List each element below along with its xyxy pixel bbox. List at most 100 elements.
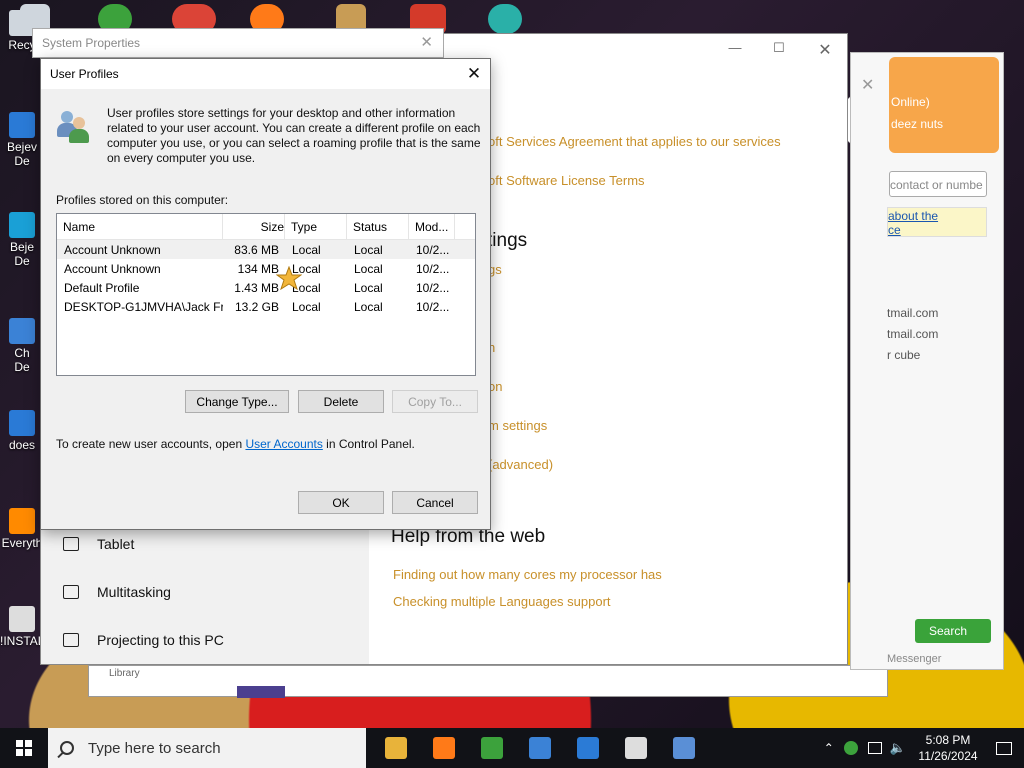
profiles-list[interactable]: Name Size Type Status Mod... Account Unk… bbox=[56, 213, 476, 376]
shortcut-icon bbox=[9, 212, 35, 238]
chevron-up-icon[interactable]: ⌃ bbox=[824, 741, 834, 755]
network-icon[interactable] bbox=[867, 742, 882, 754]
contact-item[interactable]: r cube bbox=[887, 348, 920, 362]
column-type[interactable]: Type bbox=[285, 214, 347, 239]
search-placeholder: Type here to search bbox=[88, 739, 221, 757]
desktop-icon[interactable]: does bbox=[0, 410, 44, 452]
photos-icon bbox=[577, 737, 599, 759]
related-link-5[interactable]: (advanced) bbox=[488, 457, 553, 472]
taskbar: Type here to search ⌃ 🔈 5:08 PM 11/26/20… bbox=[0, 728, 1024, 768]
system-properties-window: System Properties ✕ bbox=[32, 28, 444, 58]
contact-item[interactable]: tmail.com bbox=[887, 327, 938, 341]
cell-type: Local bbox=[292, 299, 321, 314]
clock[interactable]: 5:08 PM 11/26/2024 bbox=[912, 732, 984, 764]
desktop-icon[interactable]: Bejev De bbox=[0, 112, 44, 168]
shortcut-icon bbox=[9, 410, 35, 436]
column-status[interactable]: Status bbox=[347, 214, 409, 239]
license-terms-link[interactable]: oft Software License Terms bbox=[488, 173, 645, 188]
create-accounts-text: To create new user accounts, open User A… bbox=[56, 437, 415, 451]
tablet-icon bbox=[63, 537, 79, 551]
start-button[interactable] bbox=[0, 728, 48, 768]
cell-name: Account Unknown bbox=[64, 242, 161, 257]
settings-icon bbox=[625, 737, 647, 759]
taskbar-app-messenger-buddies[interactable] bbox=[468, 728, 516, 768]
help-link-cores[interactable]: Finding out how many cores my processor … bbox=[393, 567, 662, 582]
cancel-button[interactable]: Cancel bbox=[392, 491, 478, 514]
system-tray: ⌃ 🔈 5:08 PM 11/26/2024 bbox=[824, 728, 1024, 768]
related-link-4[interactable]: m settings bbox=[488, 418, 547, 433]
copy-to-button[interactable]: Copy To... bbox=[392, 390, 478, 413]
cell-status: Local bbox=[354, 261, 383, 276]
delete-button[interactable]: Delete bbox=[298, 390, 384, 413]
multitasking-icon bbox=[63, 585, 79, 599]
shortcut-icon bbox=[9, 508, 35, 534]
messenger-news-link[interactable]: about the bbox=[888, 209, 938, 223]
help-link-languages[interactable]: Checking multiple Languages support bbox=[393, 594, 611, 609]
column-size[interactable]: Size bbox=[223, 214, 285, 239]
desktop-icon[interactable]: !INSTALL bbox=[0, 606, 51, 648]
maximize-button[interactable]: ☐ bbox=[769, 40, 789, 56]
messenger-close-icon[interactable]: ✕ bbox=[861, 75, 874, 95]
services-agreement-link[interactable]: oft Services Agreement that applies to o… bbox=[488, 134, 781, 149]
nav-label: Tablet bbox=[97, 536, 135, 552]
messenger-news-link-2[interactable]: ce bbox=[888, 223, 901, 237]
taskbar-app-photos[interactable] bbox=[564, 728, 612, 768]
library-label: Library bbox=[109, 668, 140, 679]
taskbar-app-store[interactable] bbox=[516, 728, 564, 768]
cell-size: 83.6 MB bbox=[234, 242, 279, 257]
cell-modified: 10/2... bbox=[416, 242, 450, 257]
column-name[interactable]: Name bbox=[57, 214, 223, 239]
nav-item-tablet[interactable]: Tablet bbox=[63, 536, 134, 552]
contact-item[interactable]: tmail.com bbox=[887, 306, 938, 320]
cell-size: 13.2 GB bbox=[234, 299, 279, 314]
cell-name: Default Profile bbox=[64, 280, 140, 295]
table-row[interactable]: Account Unknown 134 MB Local Local 10/2.… bbox=[57, 259, 475, 278]
time: 5:08 PM bbox=[925, 733, 971, 747]
taskbar-search-input[interactable]: Type here to search bbox=[48, 728, 366, 768]
close-icon[interactable]: ✕ bbox=[420, 33, 433, 51]
cell-name: DESKTOP-G1JMVHA\Jack Fr... bbox=[64, 299, 223, 314]
taskbar-app-file-explorer[interactable] bbox=[372, 728, 420, 768]
messenger-search-button[interactable]: Search bbox=[915, 619, 991, 643]
taskbar-app-settings[interactable] bbox=[612, 728, 660, 768]
minimize-button[interactable]: — bbox=[725, 40, 745, 55]
related-settings-header: tings bbox=[487, 230, 528, 251]
nav-item-projecting[interactable]: Projecting to this PC bbox=[63, 632, 224, 648]
desktop-icon[interactable]: Ch De bbox=[0, 318, 44, 374]
table-row[interactable]: DESKTOP-G1JMVHA\Jack Fr... 13.2 GB Local… bbox=[57, 297, 475, 316]
nav-item-multitasking[interactable]: Multitasking bbox=[63, 584, 171, 600]
user-accounts-link[interactable]: User Accounts bbox=[245, 437, 322, 451]
messenger-status[interactable]: Online) bbox=[891, 95, 930, 109]
messenger-search-input[interactable]: contact or numbe bbox=[889, 171, 987, 197]
column-modified[interactable]: Mod... bbox=[409, 214, 455, 239]
ok-button[interactable]: OK bbox=[298, 491, 384, 514]
close-button[interactable]: ✕ bbox=[815, 40, 835, 60]
table-row[interactable]: Account Unknown 83.6 MB Local Local 10/2… bbox=[57, 240, 475, 259]
taskbar-apps bbox=[372, 728, 708, 768]
cell-name: Account Unknown bbox=[64, 261, 161, 276]
change-type-button[interactable]: Change Type... bbox=[185, 390, 289, 413]
table-row[interactable]: Default Profile 1.43 MB Local Local 10/2… bbox=[57, 278, 475, 297]
dialog-title: User Profiles bbox=[50, 67, 119, 81]
messenger-user-name[interactable]: deez nuts bbox=[891, 117, 943, 131]
desktop-icon-label: Everyth bbox=[1, 536, 43, 550]
taskbar-app-system-properties[interactable] bbox=[660, 728, 708, 768]
desktop-icon[interactable]: Beje De bbox=[0, 212, 44, 268]
list-header: Name Size Type Status Mod... bbox=[57, 214, 475, 240]
desktop-icon-label: does bbox=[8, 438, 36, 452]
taskbar-app-firefox[interactable] bbox=[420, 728, 468, 768]
close-icon[interactable]: ✕ bbox=[458, 59, 490, 89]
busy-cursor-icon bbox=[276, 266, 302, 290]
messenger-window: ✕ Online) deez nuts contact or numbe abo… bbox=[850, 52, 1004, 670]
firefox-icon bbox=[433, 737, 455, 759]
user-profiles-dialog: User Profiles ✕ User profiles store sett… bbox=[40, 58, 491, 530]
volume-icon[interactable]: 🔈 bbox=[890, 740, 906, 756]
buddies-tray-icon[interactable] bbox=[843, 741, 858, 755]
avatar-icon[interactable] bbox=[488, 4, 522, 34]
dialog-title-bar: User Profiles ✕ bbox=[41, 59, 490, 89]
desktop-icon-label: Beje De bbox=[9, 240, 35, 268]
date: 11/26/2024 bbox=[918, 749, 978, 763]
notifications-button[interactable] bbox=[984, 728, 1024, 768]
search-icon bbox=[60, 741, 74, 755]
desktop-icon[interactable]: Everyth bbox=[0, 508, 44, 550]
